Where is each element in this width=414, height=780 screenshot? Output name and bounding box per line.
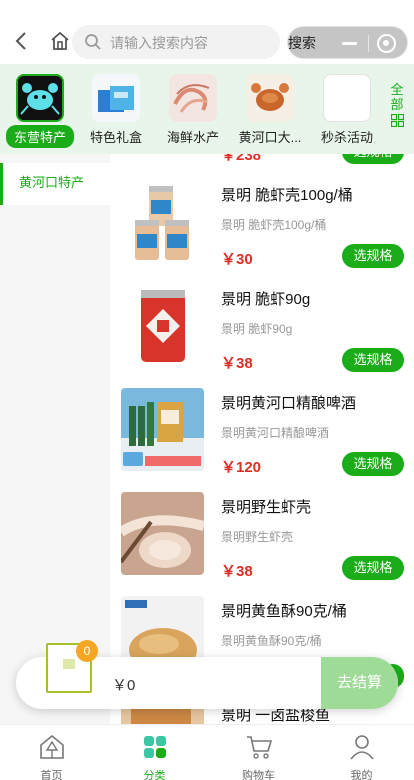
app-page: 请输入搜索内容 搜索 东营特产 特色礼盒 海鲜水产 黄河口大... 秒杀活动 全… <box>0 0 414 780</box>
grid-icon <box>390 114 404 127</box>
product-subtitle: 景明野生虾壳 <box>221 530 294 544</box>
checkout-button[interactable]: 去结算 <box>321 657 398 709</box>
top-bar: 请输入搜索内容 搜索 <box>0 0 414 64</box>
category-item-gift-box[interactable]: 特色礼盒 <box>76 74 156 146</box>
product-item-partial[interactable]: ￥238 选规格 <box>110 154 414 180</box>
product-image <box>121 284 204 367</box>
product-name: 景明黄鱼酥90克/桶 <box>221 603 347 620</box>
search-icon <box>85 34 101 50</box>
cart-total: ￥0 <box>112 677 136 694</box>
product-item[interactable]: 景明黄河口精酿啤酒 景明黄河口精酿啤酒 ￥120 选规格 <box>110 388 414 492</box>
search-button[interactable]: 搜索 <box>288 33 316 53</box>
product-item[interactable]: 景明野生虾壳 景明野生虾壳 ￥38 选规格 <box>110 492 414 596</box>
product-image <box>121 388 204 471</box>
product-price: ￥30 <box>221 251 253 268</box>
product-list[interactable]: ￥238 选规格 景明 脆虾壳100g/桶 景明 脆虾壳1 <box>110 154 414 724</box>
tab-home[interactable]: 首页 <box>0 733 103 780</box>
product-item[interactable]: 景明 脆虾90g 景明 脆虾90g ￥38 选规格 <box>110 284 414 388</box>
cart-count-badge: 0 <box>76 640 98 662</box>
sub-category-sidebar: 黄河口特产 <box>0 154 110 724</box>
product-subtitle: 景明黄鱼酥90克/桶 <box>221 634 322 648</box>
search-placeholder: 请输入搜索内容 <box>110 35 208 51</box>
select-spec-button[interactable]: 选规格 <box>342 556 404 580</box>
tab-label: 首页 <box>40 770 63 780</box>
product-image <box>121 180 204 263</box>
product-name: 景明黄河口精酿啤酒 <box>221 395 357 412</box>
tab-label: 购物车 <box>242 770 275 780</box>
category-label: 黄河口大... <box>238 130 302 145</box>
sidebar-item-yellow-river-specialty[interactable]: 黄河口特产 <box>0 163 110 205</box>
category-label: 特色礼盒 <box>89 130 142 145</box>
product-name: 景明 脆虾壳100g/桶 <box>221 187 353 204</box>
product-subtitle: 景明黄河口精酿啤酒 <box>221 426 330 440</box>
close-mini-program-icon[interactable] <box>377 34 396 53</box>
blank-icon <box>323 74 371 122</box>
back-icon[interactable] <box>14 32 28 50</box>
home-icon[interactable] <box>50 31 70 51</box>
product-price: ￥238 <box>221 154 262 164</box>
all-categories-button[interactable]: 全部 <box>386 82 408 127</box>
cart-icon <box>246 736 272 759</box>
capsule-divider <box>368 35 369 52</box>
category-label: 海鲜水产 <box>166 130 219 145</box>
select-spec-button[interactable]: 选规格 <box>342 244 404 268</box>
tab-label: 我的 <box>350 770 373 780</box>
search-input[interactable]: 请输入搜索内容 <box>72 25 280 59</box>
category-item-yellow-river-crab[interactable]: 黄河口大... <box>230 74 310 146</box>
crab-icon <box>246 74 294 122</box>
more-icon[interactable] <box>342 42 357 45</box>
category-label: 秒杀活动 <box>320 130 373 145</box>
gift-box-icon <box>92 74 140 122</box>
category-label: 东营特产 <box>5 125 74 148</box>
all-categories-label: 全部 <box>390 82 404 112</box>
product-item[interactable]: 景明 脆虾壳100g/桶 景明 脆虾壳100g/桶 ￥30 选规格 <box>110 180 414 284</box>
select-spec-button[interactable]: 选规格 <box>342 348 404 372</box>
tab-profile[interactable]: 我的 <box>310 733 413 780</box>
home-icon <box>39 734 64 759</box>
bottom-tab-bar: 首页 分类 购物车 我的 <box>0 724 414 780</box>
category-item-flash-sale[interactable]: 秒杀活动 <box>307 74 387 146</box>
product-subtitle: 景明 脆虾90g <box>221 322 293 336</box>
category-icon <box>143 736 166 758</box>
product-name: 景明 脆虾90g <box>221 291 311 308</box>
cart-bar: 0 ￥0 去结算 <box>16 640 398 709</box>
user-icon <box>349 735 374 760</box>
shrimp-icon <box>169 74 217 122</box>
product-price: ￥38 <box>221 563 253 580</box>
product-image <box>121 492 204 575</box>
select-spec-button[interactable]: 选规格 <box>342 154 404 164</box>
tab-cart[interactable]: 购物车 <box>207 733 310 780</box>
tab-category[interactable]: 分类 <box>103 733 206 780</box>
category-item-seafood[interactable]: 海鲜水产 <box>153 74 233 146</box>
product-name: 景明野生虾壳 <box>221 499 312 516</box>
bag-flap <box>63 659 75 669</box>
crab-logo-icon <box>16 74 64 122</box>
product-price: ￥38 <box>221 355 253 372</box>
tab-label: 分类 <box>143 770 166 780</box>
select-spec-button[interactable]: 选规格 <box>342 452 404 476</box>
category-strip: 东营特产 特色礼盒 海鲜水产 黄河口大... 秒杀活动 <box>0 64 414 154</box>
product-price: ￥120 <box>221 459 262 476</box>
product-subtitle: 景明 脆虾壳100g/桶 <box>221 218 327 232</box>
category-item-local-specialty[interactable]: 东营特产 <box>0 74 80 148</box>
